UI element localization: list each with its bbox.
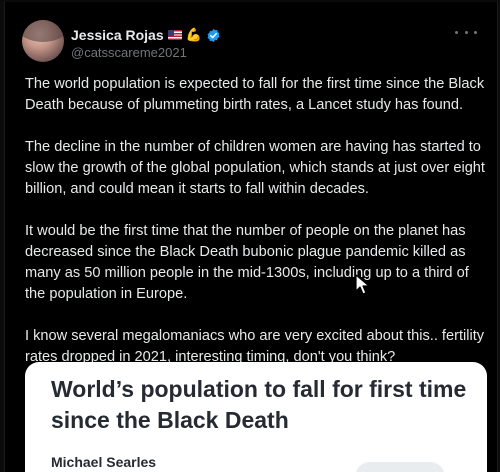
card-image-placeholder <box>355 462 445 472</box>
mouse-cursor-icon <box>355 274 370 295</box>
link-preview-card[interactable]: World’s population to fall for first tim… <box>25 362 487 472</box>
verified-icon <box>207 28 220 42</box>
author-display-name[interactable]: Jessica Rojas <box>71 27 164 43</box>
more-options-icon[interactable] <box>455 24 477 40</box>
tweet-paragraph: It would be the first time that the numb… <box>25 223 469 302</box>
author-handle[interactable]: @catsscareme2021 <box>71 45 187 60</box>
us-flag-icon <box>167 30 182 40</box>
author-name-row: Jessica Rojas 💪 <box>71 26 221 44</box>
tweet-paragraph: The world population is expected to fall… <box>25 76 485 113</box>
card-author: Michael Searles <box>51 454 157 470</box>
tweet-container: Jessica Rojas 💪 @catsscareme2021 The wor… <box>4 2 498 472</box>
card-headline: World’s population to fall for first tim… <box>51 376 467 433</box>
tweet-paragraph: The decline in the number of children wo… <box>25 139 485 197</box>
tweet-text: The world population is expected to fall… <box>25 74 487 389</box>
avatar[interactable] <box>22 20 64 62</box>
avatar-hair-shape <box>22 20 64 42</box>
flexed-biceps-icon: 💪 <box>185 27 202 42</box>
